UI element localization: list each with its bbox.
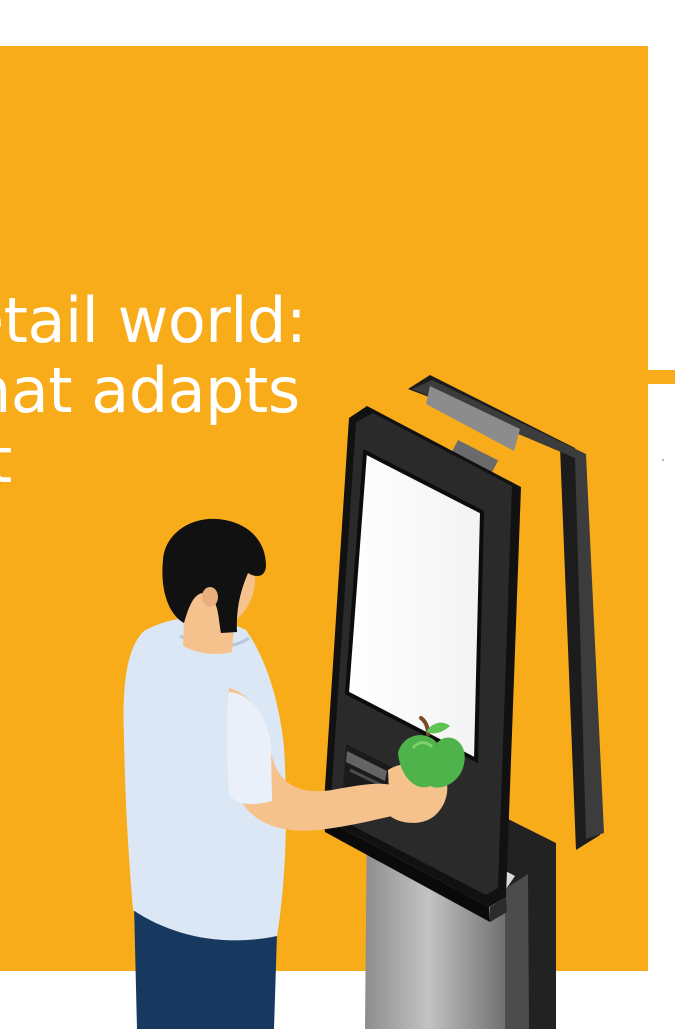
front-kiosk	[323, 406, 521, 922]
marketing-banner: etail world: hat adapts t	[0, 0, 675, 1029]
kiosk-illustration	[123, 375, 604, 1029]
